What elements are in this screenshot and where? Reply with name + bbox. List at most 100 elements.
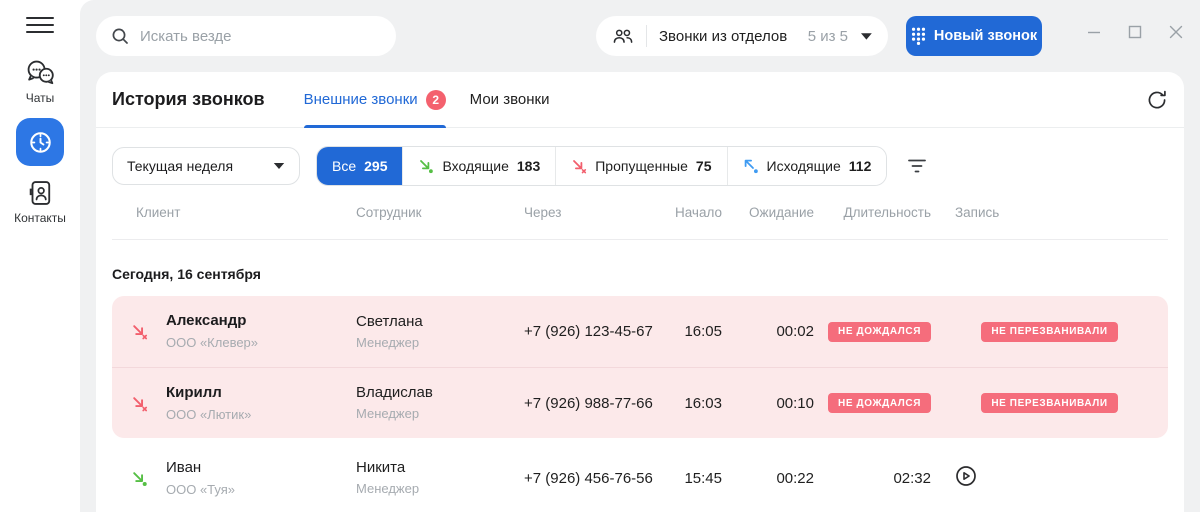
segment-all[interactable]: Все 295 [317,147,403,185]
column-header-start: Начало [674,205,722,220]
hamburger-icon [26,24,54,26]
status-badge: НЕ ПЕРЕЗВАНИВАЛИ [981,321,1118,342]
page-title: История звонков [112,89,265,109]
search-input[interactable] [140,27,382,45]
maximize-button[interactable] [1127,24,1143,40]
employee-cell: Светлана Менеджер [356,313,524,351]
table-header: Клиент Сотрудник Через Начало Ожидание Д… [112,186,1168,240]
call-rows: Александр ООО «Клевер» Светлана Менеджер… [112,296,1168,512]
workspace: Звонки из отделов 5 из 5 Новый звонок [80,0,1200,512]
client-cell: Александр ООО «Клевер» [166,312,356,351]
missed-call-icon [112,323,166,340]
date-group-label: Сегодня, 16 сентября [112,266,261,282]
dialpad-icon [911,27,926,45]
sidebar-item-contacts[interactable]: Контакты [14,178,66,225]
tab-external-calls[interactable]: Внешние звонки 2 [303,72,446,128]
segment-count: 75 [695,158,712,174]
segment-incoming[interactable]: Входящие 183 [402,147,556,185]
column-header-duration: Длительность [843,205,932,220]
filter-button[interactable] [907,157,927,175]
departments-count: 5 из 5 [807,27,848,45]
record-cell [931,465,1168,492]
column-header-client: Клиент [136,205,181,220]
segment-outgoing[interactable]: Исходящие 112 [726,147,887,185]
segment-count: 295 [364,158,388,174]
people-icon [611,26,634,46]
segment-label: Пропущенные [595,158,688,174]
hamburger-icon [26,30,54,33]
tab-label: Мои звонки [469,91,550,108]
client-company: ООО «Туя» [166,481,236,497]
employee-name: Никита [356,459,406,476]
incoming-call-icon [112,470,166,487]
wait-time: 00:02 [776,323,814,340]
sidebar-item-call-history[interactable] [16,118,64,166]
sidebar-item-chats[interactable]: Чаты [24,58,56,105]
incoming-call-icon [418,158,434,174]
segment-label: Все [332,158,357,174]
client-name: Александр [166,312,247,329]
card-header: История звонков Внешние звонки 2 Мои зво… [96,72,1184,128]
employee-role: Менеджер [356,481,420,496]
status-badge: НЕ ДОЖДАЛСЯ [828,393,931,413]
table-row[interactable]: Кирилл ООО «Лютик» Владислав Менеджер +7… [112,367,1168,438]
client-name: Кирилл [166,383,222,401]
minimize-button[interactable] [1086,24,1102,40]
chevron-down-icon [860,32,873,41]
segment-missed[interactable]: Пропущенные 75 [555,147,727,185]
tab-badge: 2 [425,89,446,110]
table-row[interactable]: Александр ООО «Клевер» Светлана Менеджер… [112,296,1168,367]
segment-count: 112 [848,158,872,174]
segment-label: Исходящие [766,158,841,174]
via-number: +7 (926) 123-45-67 [524,323,653,340]
segment-label: Входящие [442,158,509,174]
start-time: 16:05 [684,323,722,340]
column-header-wait: Ожидание [749,205,814,220]
new-call-button[interactable]: Новый звонок [906,16,1042,56]
client-cell: Кирилл ООО «Лютик» [166,384,356,423]
call-type-segments: Все 295 Входящие 183 Пропущенные 75 Исхо… [316,146,888,186]
hamburger-icon [26,17,54,20]
topbar: Звонки из отделов 5 из 5 Новый звонок [80,0,1200,72]
new-call-label: Новый звонок [933,28,1038,44]
via-number: +7 (926) 456-76-56 [524,469,653,487]
departments-dropdown[interactable]: Звонки из отделов 5 из 5 [596,16,888,56]
menu-button[interactable] [26,14,54,36]
outgoing-call-icon [743,158,759,174]
wait-time: 00:10 [776,394,814,412]
duration-cell: НЕ ДОЖДАЛСЯ [814,393,931,413]
employee-role: Менеджер [356,406,420,421]
sidebar-item-label: Контакты [14,211,66,225]
employee-name: Светлана [356,312,423,330]
client-cell: Иван ООО «Туя» [166,459,356,498]
tab-my-calls[interactable]: Мои звонки [470,72,550,127]
column-header-via: Через [524,205,562,220]
via-number: +7 (926) 988-77-66 [524,394,653,412]
period-select[interactable]: Текущая неделя [112,147,300,185]
sidebar-item-label: Чаты [25,91,55,105]
client-company: ООО «Лютик» [166,406,252,422]
clock-icon [27,129,54,156]
search-icon [110,26,130,46]
wait-time: 00:22 [776,469,814,487]
table-row[interactable]: Иван ООО «Туя» Никита Менеджер +7 (926) … [112,442,1168,512]
contacts-icon [26,178,54,208]
start-time: 16:03 [684,394,722,412]
global-search[interactable] [96,16,396,56]
chevron-down-icon [273,162,285,170]
filters-bar: Текущая неделя Все 295 Входящие 183 Проп… [112,146,1168,186]
call-history-card: История звонков Внешние звонки 2 Мои зво… [96,72,1184,512]
play-record-button[interactable] [955,465,977,487]
window-controls [1086,24,1184,40]
segment-count: 183 [516,158,541,174]
refresh-button[interactable] [1146,89,1168,111]
employee-name: Владислав [356,384,433,401]
tab-label: Внешние звонки [303,91,418,108]
duration-cell: НЕ ДОЖДАЛСЯ [814,321,931,342]
employee-cell: Никита Менеджер [356,459,524,497]
column-header-employee: Сотрудник [356,205,422,220]
record-cell: НЕ ПЕРЕЗВАНИВАЛИ [931,321,1168,342]
close-button[interactable] [1168,24,1184,40]
status-badge: НЕ ПЕРЕЗВАНИВАЛИ [981,393,1118,413]
start-time: 15:45 [684,469,722,487]
